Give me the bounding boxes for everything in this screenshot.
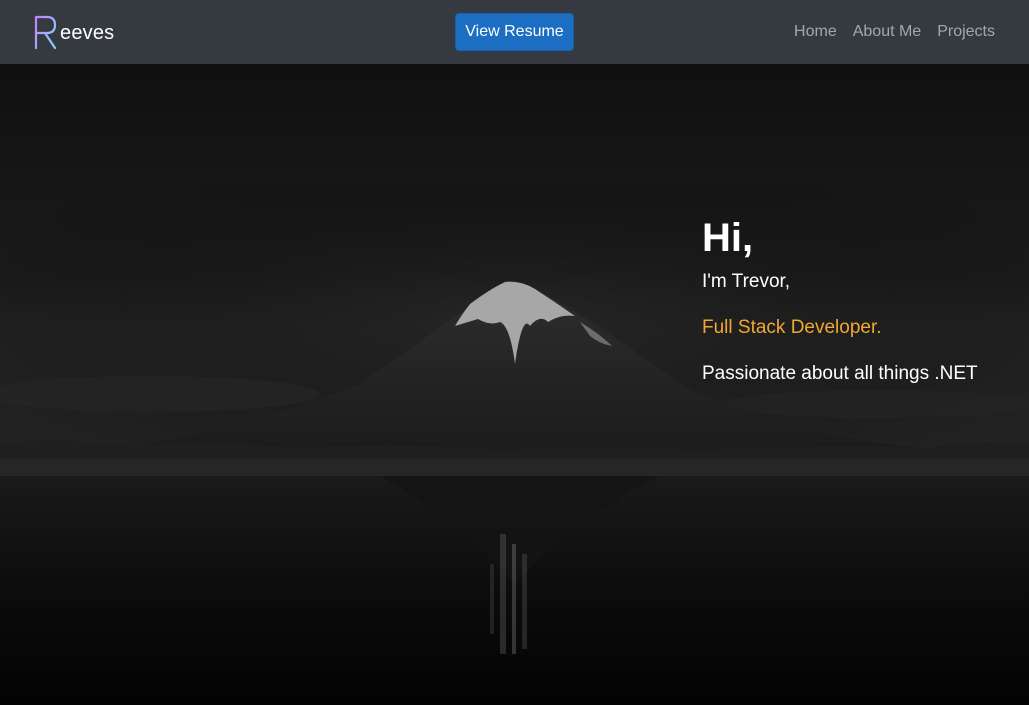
hero-intro: Hi, I'm Trevor, Full Stack Developer. Pa… (702, 214, 978, 408)
brand-logo-icon (34, 15, 57, 50)
nav-links: Home About Me Projects (778, 0, 995, 64)
hero-greeting: Hi, (702, 216, 754, 260)
nav-link-about-me[interactable]: About Me (853, 23, 921, 41)
nav-link-projects[interactable]: Projects (937, 23, 995, 41)
hero-role: Full Stack Developer. (702, 317, 882, 338)
view-resume-button[interactable]: View Resume (455, 13, 574, 51)
hero-section: Hi, I'm Trevor, Full Stack Developer. Pa… (0, 64, 1029, 705)
brand-link[interactable]: eeves (33, 14, 114, 50)
hero-tagline: Passionate about all things .NET (702, 363, 978, 384)
brand-text: eeves (60, 21, 115, 44)
navbar: eeves View Resume Home About Me Projects (0, 0, 1029, 64)
nav-link-home[interactable]: Home (794, 23, 837, 41)
hero-name-line: I'm Trevor, (702, 271, 791, 292)
